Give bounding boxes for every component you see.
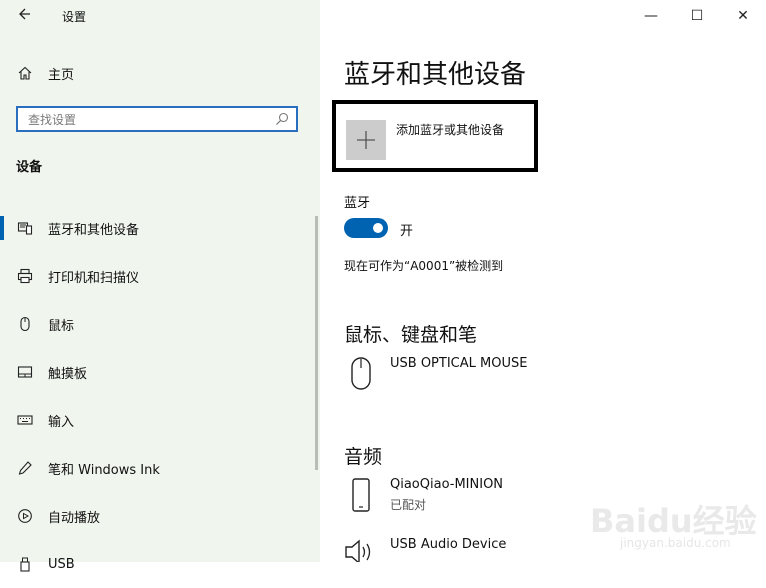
sidebar-item-label: 蓝牙和其他设备: [48, 222, 140, 238]
touchpad-icon: [16, 363, 34, 381]
device-usb-audio[interactable]: USB Audio Device: [344, 537, 564, 562]
sidebar-item-usb[interactable]: USB: [0, 540, 320, 588]
sidebar-home[interactable]: 主页: [16, 62, 74, 84]
search-icon[interactable]: [274, 111, 290, 127]
sidebar-item-bluetooth[interactable]: 蓝牙和其他设备: [0, 204, 320, 252]
bluetooth-state: 开: [400, 224, 414, 239]
minimize-button[interactable]: —: [628, 2, 674, 30]
speaker-icon: [344, 537, 378, 562]
mouse-icon: [16, 315, 34, 333]
sidebar: 设置 主页 设备 蓝牙和其他设备 打印机和扫描仪: [0, 0, 320, 572]
mouse-section-title: 鼠标、键盘和笔: [344, 324, 478, 346]
close-button[interactable]: ✕: [720, 2, 766, 30]
sidebar-item-label: 输入: [48, 414, 75, 430]
sidebar-item-mouse[interactable]: 鼠标: [0, 300, 320, 348]
add-device-label: 添加蓝牙或其他设备: [396, 123, 505, 137]
phone-icon: [344, 477, 378, 517]
section-title: 设备: [16, 160, 43, 175]
audio-section-title: 音频: [344, 446, 383, 468]
sidebar-item-label: 自动播放: [48, 510, 101, 526]
back-arrow-icon[interactable]: [14, 6, 34, 26]
sidebar-item-label: USB: [48, 556, 75, 572]
page-title: 蓝牙和其他设备: [344, 60, 527, 90]
usb-icon: [16, 555, 34, 573]
device-name: USB Audio Device: [390, 537, 507, 552]
watermark-sub: jingyan.baidu.com: [620, 536, 731, 550]
add-device-button[interactable]: 添加蓝牙或其他设备: [332, 100, 538, 172]
sidebar-item-pen[interactable]: 笔和 Windows Ink: [0, 444, 320, 492]
sidebar-item-label: 笔和 Windows Ink: [48, 462, 160, 478]
search-input[interactable]: [26, 110, 270, 130]
home-icon: [16, 64, 34, 82]
device-qiaoqiao-minion[interactable]: QiaoQiao-MINION 已配对: [344, 477, 564, 521]
home-label: 主页: [48, 67, 75, 83]
discoverable-text: 现在可作为“A0001”被检测到: [344, 259, 504, 273]
device-name: QiaoQiao-MINION: [390, 477, 504, 492]
device-status: 已配对: [390, 498, 427, 512]
baidu-watermark: Baidu经验 jingyan.baidu.com: [590, 478, 760, 562]
sidebar-scrollbar[interactable]: [315, 216, 318, 470]
printer-icon: [16, 267, 34, 285]
maximize-button[interactable]: ☐: [674, 2, 720, 30]
search-box[interactable]: [16, 106, 298, 132]
plus-icon: [346, 120, 386, 160]
device-usb-mouse[interactable]: USB OPTICAL MOUSE: [344, 356, 564, 400]
bluetooth-devices-icon: [16, 219, 34, 237]
sidebar-item-touchpad[interactable]: 触摸板: [0, 348, 320, 396]
bluetooth-toggle[interactable]: [344, 218, 388, 238]
toggle-knob: [373, 223, 383, 233]
bluetooth-label: 蓝牙: [344, 196, 371, 211]
sidebar-nav: 蓝牙和其他设备 打印机和扫描仪 鼠标 触摸板 输入 笔和 Windows Ink…: [0, 204, 320, 588]
sidebar-item-printers[interactable]: 打印机和扫描仪: [0, 252, 320, 300]
app-title: 设置: [62, 10, 87, 24]
keyboard-icon: [16, 411, 34, 429]
device-name: USB OPTICAL MOUSE: [390, 356, 528, 371]
mouse-icon: [344, 356, 378, 396]
autoplay-icon: [16, 507, 34, 525]
sidebar-item-autoplay[interactable]: 自动播放: [0, 492, 320, 540]
sidebar-item-label: 触摸板: [48, 366, 88, 382]
sidebar-item-typing[interactable]: 输入: [0, 396, 320, 444]
sidebar-item-label: 鼠标: [48, 318, 75, 334]
pen-icon: [16, 459, 34, 477]
sidebar-item-label: 打印机和扫描仪: [48, 270, 140, 286]
